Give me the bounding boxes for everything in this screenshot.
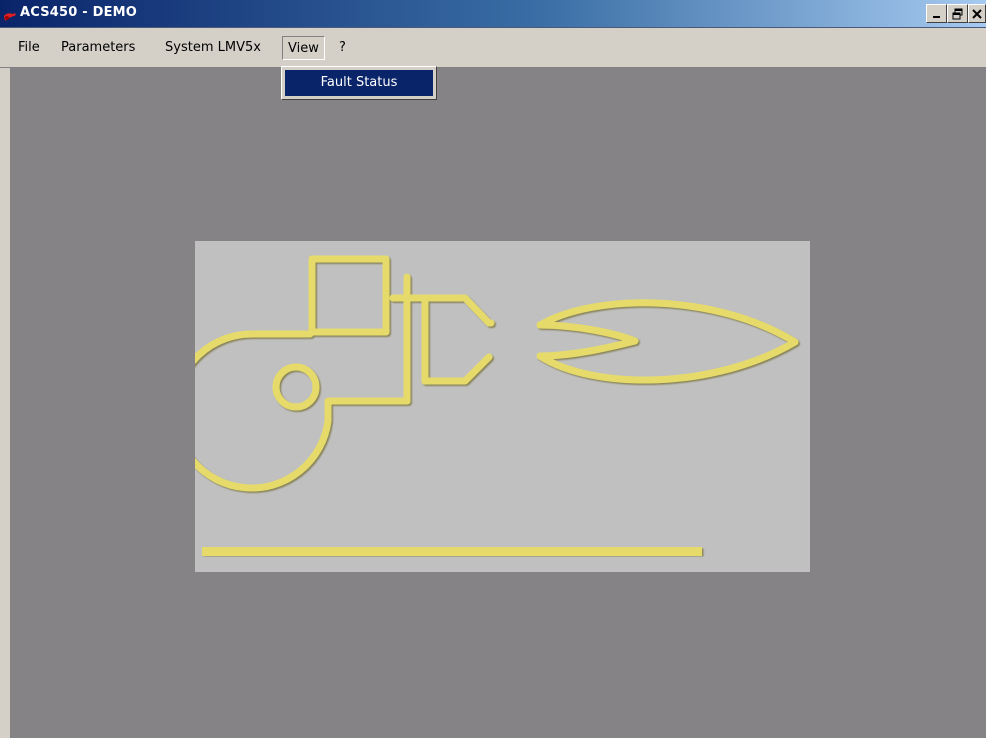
close-icon (972, 9, 982, 19)
menu-view[interactable]: View (282, 36, 325, 60)
app-icon (4, 13, 16, 21)
left-frame (0, 68, 10, 738)
menu-parameters[interactable]: Parameters (56, 36, 140, 60)
flame-signal-bar (202, 547, 702, 556)
window-title: ACS450 - DEMO (20, 5, 138, 20)
restore-icon (952, 8, 962, 20)
menu-bar: File Parameters System LMV5x View ? (0, 28, 986, 68)
minimize-button[interactable] (926, 4, 947, 23)
title-bar: ACS450 - DEMO (0, 0, 986, 28)
minimize-icon (932, 16, 940, 18)
menu-file[interactable]: File (13, 36, 45, 60)
view-dropdown-menu: Fault Status (281, 66, 437, 100)
restore-button[interactable] (947, 4, 968, 23)
menu-system-lmv5x[interactable]: System LMV5x (160, 36, 266, 60)
burner-graphic-panel (171, 241, 810, 572)
menu-item-fault-status[interactable]: Fault Status (285, 70, 433, 96)
close-button[interactable] (968, 4, 986, 23)
menu-help[interactable]: ? (334, 36, 351, 60)
burner-flame-icon (171, 255, 799, 556)
